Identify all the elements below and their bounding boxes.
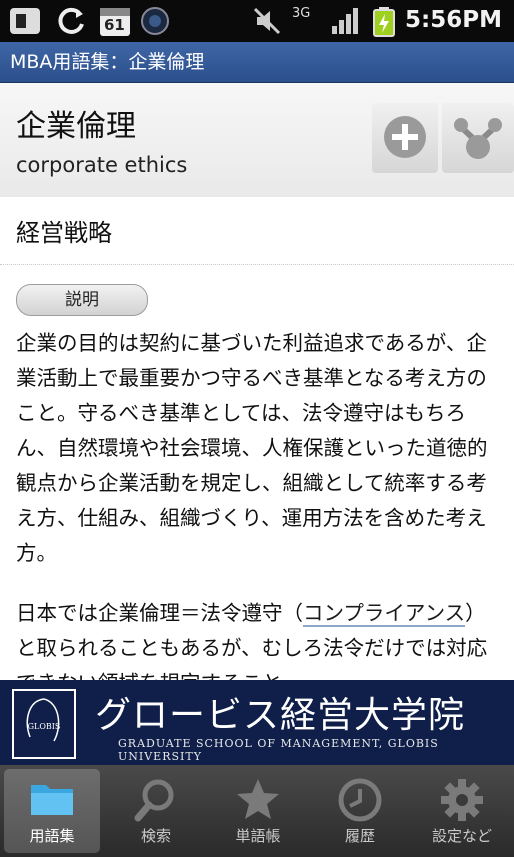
term-header: 企業倫理 corporate ethics <box>0 83 514 197</box>
description-paragraph-2: 日本では企業倫理＝法令遵守（コンプライアンス）と取られることもあるが、むしろ法令… <box>16 596 502 682</box>
tab-wordbook[interactable]: 単語帳 <box>210 769 306 853</box>
sync-icon <box>58 7 84 34</box>
search-icon <box>134 779 174 822</box>
globis-banner[interactable]: GLOBIS グロービス経営大学院 GRADUATE SCHOOL OF MAN… <box>0 680 514 765</box>
network-3g-icon: 3G <box>292 6 311 21</box>
tab-settings-label: 設定など <box>431 827 492 845</box>
app-title-bar: MBA用語集：企業倫理 <box>0 42 514 83</box>
tab-glossary[interactable]: 用語集 <box>4 769 100 853</box>
app-title: MBA用語集：企業倫理 <box>10 51 205 73</box>
description-label: 説明 <box>16 284 148 316</box>
gear-icon <box>441 779 483 821</box>
clock-time: 5:56PM <box>405 7 502 33</box>
tab-history[interactable]: 履歴 <box>312 769 408 853</box>
calendar-day: 61 <box>104 16 125 34</box>
banner-title: グロービス経営大学院 <box>95 695 466 736</box>
bottom-tab-bar: 用語集 検索 単語帳 履歴 設定など <box>0 765 514 857</box>
plus-icon <box>384 116 426 158</box>
tab-wordbook-label: 単語帳 <box>235 827 281 845</box>
term-english: corporate ethics <box>16 153 188 177</box>
paragraph-2-start: 日本では企業倫理＝法令遵守（ <box>16 601 303 625</box>
folder-icon <box>31 785 73 815</box>
clock-icon <box>338 778 382 822</box>
banner-subtitle: GRADUATE SCHOOL OF MANAGEMENT, GLOBIS UN… <box>118 737 439 763</box>
usb-icon <box>10 8 40 34</box>
signal-icon <box>332 8 358 34</box>
compliance-link[interactable]: コンプライアンス <box>303 601 466 627</box>
description-paragraph: 企業の目的は契約に基づいた利益追求であるが、企業活動上で最重要かつ守るべき基準と… <box>16 331 488 565</box>
star-icon <box>237 779 279 819</box>
tab-search-label: 検索 <box>140 827 171 845</box>
network-icon <box>454 118 502 159</box>
related-terms-button[interactable] <box>442 103 514 173</box>
tab-history-label: 履歴 <box>344 827 375 845</box>
tab-glossary-label: 用語集 <box>29 827 75 845</box>
status-bar: 61 3G 5:56PM <box>0 0 514 42</box>
tab-settings[interactable]: 設定など <box>414 769 510 853</box>
globis-logo: GLOBIS <box>12 689 76 759</box>
tab-search[interactable]: 検索 <box>108 769 204 853</box>
category-label: 経営戦略 <box>16 219 112 247</box>
term-title: 企業倫理 <box>16 109 136 144</box>
mute-icon <box>253 7 281 35</box>
logo-text: GLOBIS <box>28 722 61 731</box>
category-row[interactable]: 経営戦略 <box>0 197 514 265</box>
add-to-wordbook-button[interactable] <box>372 103 438 173</box>
battery-charging-icon <box>373 7 395 37</box>
camera-icon <box>141 7 169 35</box>
